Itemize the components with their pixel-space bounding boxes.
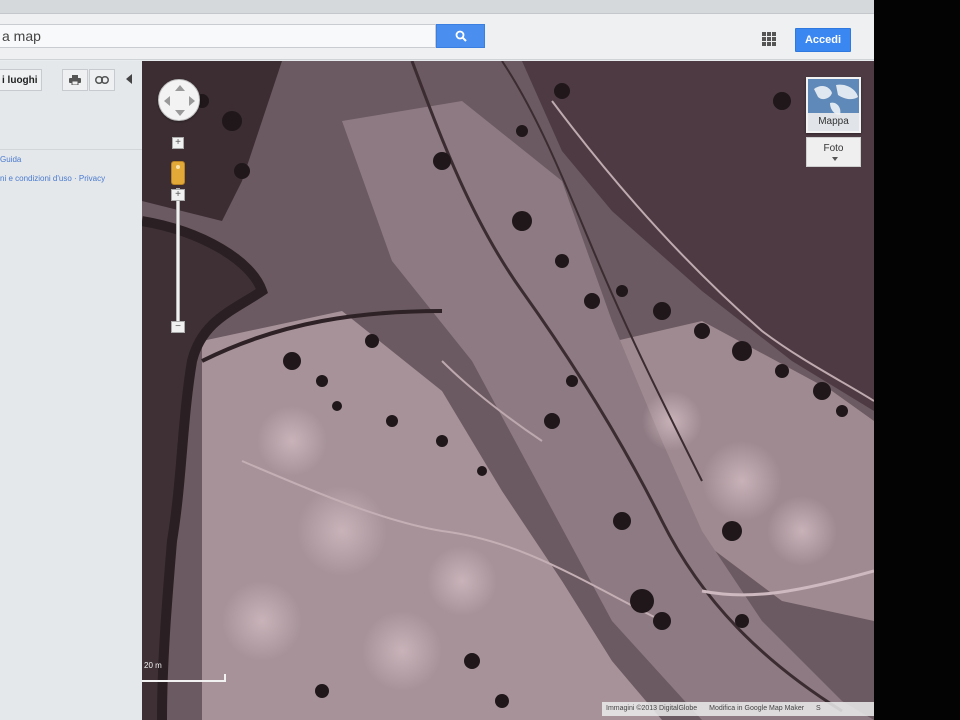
zoom-in-small-button[interactable]: +	[172, 137, 184, 149]
guide-link[interactable]: Guida	[0, 155, 21, 164]
pan-down-icon[interactable]	[175, 110, 185, 116]
zoom-in-button[interactable]: +	[171, 189, 185, 201]
pegman-icon[interactable]	[171, 161, 185, 185]
zoom-out-button[interactable]: −	[171, 321, 185, 333]
attribution-extra[interactable]: S	[816, 705, 821, 712]
search-button[interactable]	[436, 24, 485, 48]
pan-control[interactable]	[158, 79, 200, 121]
map-type-photo-label: Foto	[823, 143, 844, 154]
signin-button[interactable]: Accedi	[795, 28, 851, 52]
pan-up-icon[interactable]	[175, 85, 185, 91]
search-icon	[455, 30, 467, 42]
scale-label: 20 m	[144, 661, 162, 670]
browser-top-strip	[0, 0, 874, 14]
monitor-screen: Accedi i luoghi Guida ni e condizioni d'…	[0, 0, 874, 720]
left-panel: i luoghi Guida ni e condizioni d'uso · P…	[0, 61, 142, 720]
link-icon	[95, 76, 109, 84]
map-type-map-button[interactable]: Mappa	[806, 77, 861, 133]
map-maker-link[interactable]: Modifica in Google Map Maker	[709, 705, 804, 712]
my-places-button[interactable]: i luoghi	[0, 69, 42, 91]
satellite-map[interactable]: + + − Mappa Foto 20 m Immagini ©2013 Dig…	[142, 61, 874, 720]
pan-right-icon[interactable]	[189, 96, 195, 106]
scale-line	[142, 674, 226, 682]
terms-privacy-links[interactable]: ni e condizioni d'uso · Privacy	[0, 174, 105, 183]
map-type-map-label: Mappa	[808, 113, 859, 131]
imagery-credit: Immagini ©2013 DigitalGlobe	[606, 705, 698, 712]
collapse-arrow-icon[interactable]	[126, 74, 132, 84]
monitor-bezel	[874, 0, 960, 720]
map-type-photo-button[interactable]: Foto	[806, 137, 861, 167]
scale-bar: 20 m	[142, 661, 230, 687]
search-input[interactable]	[0, 24, 436, 48]
pan-left-icon[interactable]	[164, 96, 170, 106]
link-button[interactable]	[89, 69, 115, 91]
print-button[interactable]	[62, 69, 88, 91]
map-attribution: Immagini ©2013 DigitalGlobe Modifica in …	[602, 702, 874, 716]
print-icon	[69, 75, 81, 85]
zoom-slider-track[interactable]	[176, 188, 180, 322]
panel-divider	[0, 149, 142, 150]
maps-header: Accedi	[0, 14, 874, 60]
chevron-down-icon	[832, 157, 838, 161]
satellite-imagery	[142, 61, 874, 720]
apps-grid-icon[interactable]	[762, 32, 776, 46]
